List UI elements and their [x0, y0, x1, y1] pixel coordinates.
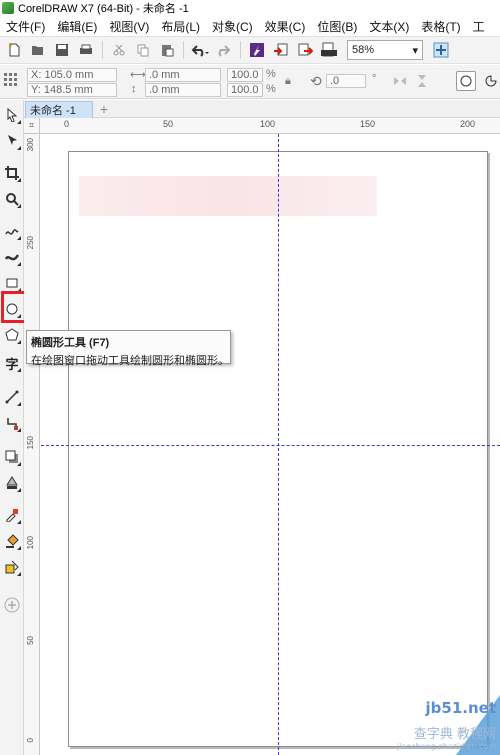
ruler-label: 100	[26, 536, 35, 550]
full-screen-icon[interactable]	[429, 38, 453, 62]
toolbar-separator	[102, 41, 103, 59]
ruler-label: 250	[26, 236, 35, 250]
menu-layout[interactable]: 布局(L)	[155, 18, 206, 35]
ruler-label: 50	[163, 119, 174, 129]
title-bar: CorelDRAW X7 (64-Bit) - 未命名 -1	[0, 0, 500, 16]
ruler-label: 150	[360, 119, 376, 129]
toolbar-separator	[183, 41, 184, 59]
menu-tools[interactable]: 工	[467, 18, 491, 35]
ruler-label: 300	[26, 138, 35, 152]
menu-bitmaps[interactable]: 位图(B)	[311, 18, 363, 35]
open-icon[interactable]	[26, 38, 50, 62]
rotate-icon: ⟲	[310, 73, 322, 89]
new-document-icon[interactable]	[2, 38, 26, 62]
horizontal-guideline[interactable]	[41, 445, 500, 446]
coreldraw-app-icon	[2, 2, 14, 14]
standard-toolbar: 58% ▾	[0, 36, 500, 64]
parallel-dimension-tool-icon[interactable]	[1, 386, 23, 408]
ruler-label: 0	[64, 119, 70, 129]
blurred-banner	[79, 176, 377, 216]
menu-file[interactable]: 文件(F)	[0, 18, 51, 35]
vertical-ruler[interactable]: 300 250 200 150 100 50 0	[24, 134, 40, 755]
watermark-site-name: 查字典 教程网	[413, 727, 496, 742]
redo-icon[interactable]	[212, 38, 236, 62]
horizontal-ruler[interactable]: 0 50 100 150 200	[24, 118, 500, 134]
ruler-label: 200	[460, 119, 476, 129]
width-field[interactable]: .0 mm	[145, 68, 221, 82]
add-tool-icon[interactable]	[1, 594, 23, 616]
y-position-field[interactable]: Y: 148.5 mm	[27, 83, 117, 97]
import-icon[interactable]	[269, 38, 293, 62]
drop-shadow-tool-icon[interactable]	[1, 446, 23, 468]
zoom-level-value: 58%	[352, 44, 375, 56]
smart-fill-tool-icon[interactable]	[1, 556, 23, 578]
toolbox: 字	[0, 100, 24, 755]
ruler-label: 0	[26, 738, 35, 743]
zoom-level-select[interactable]: 58% ▾	[347, 40, 423, 60]
menu-effects[interactable]: 效果(C)	[259, 18, 312, 35]
site-watermark: jb51.net 查字典 教程网 jiaocheng.chazidian.com	[370, 695, 500, 755]
ellipse-tool-tooltip: 椭圆形工具 (F7) 在绘图窗口拖动工具绘制圆形和椭圆形。	[26, 330, 231, 367]
scale-y-unit: %	[266, 83, 276, 95]
scale-x-unit: %	[266, 68, 276, 80]
transparency-tool-icon[interactable]	[1, 472, 23, 494]
menu-edit[interactable]: 编辑(E)	[51, 18, 103, 35]
mirror-horizontal-icon[interactable]	[392, 73, 408, 92]
interactive-fill-tool-icon[interactable]	[1, 530, 23, 552]
chevron-down-icon: ▾	[412, 44, 418, 57]
scale-y-field[interactable]: 100.0	[227, 83, 263, 97]
menu-object[interactable]: 对象(C)	[206, 18, 259, 35]
menu-bar: 文件(F) 编辑(E) 视图(V) 布局(L) 对象(C) 效果(C) 位图(B…	[0, 16, 500, 36]
page-size-icon[interactable]	[3, 72, 19, 91]
watermark-url: jiaocheng.chazidian.com	[396, 742, 496, 751]
height-field[interactable]: .0 mm	[145, 83, 221, 97]
tooltip-title: 椭圆形工具 (F7)	[31, 337, 110, 349]
degree-unit: °	[372, 73, 377, 85]
height-icon: ↕	[131, 83, 137, 95]
document-tab-bar: 未命名 -1 +	[24, 100, 500, 118]
lock-ratio-icon[interactable]: 🔒︎	[285, 75, 291, 88]
save-icon[interactable]	[50, 38, 74, 62]
property-bar: X: 105.0 mm Y: 148.5 mm ⟷ .0 mm ↕ .0 mm …	[0, 65, 500, 99]
color-eyedropper-tool-icon[interactable]	[1, 504, 23, 526]
ruler-origin-icon[interactable]: ⌗	[24, 118, 40, 134]
tab-untitled-1[interactable]: 未命名 -1	[25, 101, 93, 118]
width-icon: ⟷	[130, 69, 146, 81]
crop-tool-icon[interactable]	[1, 162, 23, 184]
connector-tool-icon[interactable]	[1, 412, 23, 434]
add-document-icon[interactable]: +	[96, 101, 112, 117]
freehand-tool-icon[interactable]	[1, 220, 23, 242]
menu-view[interactable]: 视图(V)	[103, 18, 155, 35]
copy-icon[interactable]	[131, 38, 155, 62]
corel-launcher-icon[interactable]	[245, 38, 269, 62]
pdf-export-icon[interactable]	[317, 38, 341, 62]
text-tool-icon[interactable]: 字	[1, 352, 23, 374]
menu-table[interactable]: 表格(T)	[415, 18, 466, 35]
export-icon[interactable]	[293, 38, 317, 62]
pie-mode-icon[interactable]	[482, 71, 500, 91]
toolbar-separator	[240, 41, 241, 59]
menu-text[interactable]: 文本(X)	[363, 18, 415, 35]
scale-x-field[interactable]: 100.0	[227, 68, 263, 82]
shape-tool-icon[interactable]	[1, 130, 23, 152]
ruler-label: 150	[26, 436, 35, 450]
tooltip-description: 在绘图窗口拖动工具绘制圆形和椭圆形。	[31, 355, 229, 367]
polygon-tool-icon[interactable]	[1, 324, 23, 346]
rotation-angle-field[interactable]: .0	[326, 74, 366, 88]
zoom-tool-icon[interactable]	[1, 188, 23, 210]
mirror-vertical-icon[interactable]	[414, 73, 430, 92]
pick-tool-icon[interactable]	[1, 104, 23, 126]
paste-icon[interactable]	[155, 38, 179, 62]
artistic-media-tool-icon[interactable]	[1, 246, 23, 268]
x-position-field[interactable]: X: 105.0 mm	[27, 68, 117, 82]
ellipse-mode-icon[interactable]	[456, 71, 476, 91]
ruler-label: 50	[26, 636, 35, 645]
cut-icon[interactable]	[107, 38, 131, 62]
undo-icon[interactable]	[188, 38, 212, 62]
watermark-domain: jb51.net	[425, 699, 496, 717]
window-title: CorelDRAW X7 (64-Bit) - 未命名 -1	[18, 3, 189, 15]
print-icon[interactable]	[74, 38, 98, 62]
ruler-label: 100	[260, 119, 276, 129]
